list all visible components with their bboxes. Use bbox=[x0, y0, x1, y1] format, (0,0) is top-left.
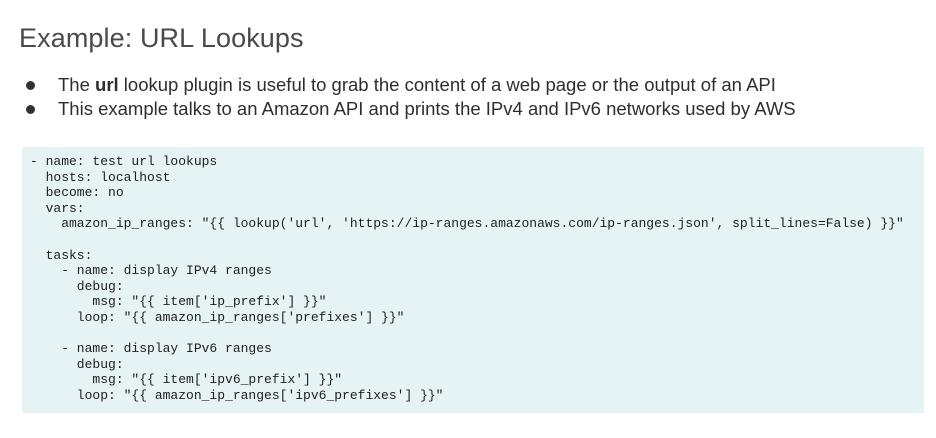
slide-title: Example: URL Lookups bbox=[19, 23, 304, 53]
code-line: loop: "{{ amazon_ip_ranges['ipv6_prefixe… bbox=[30, 387, 444, 403]
bullet-text: This example talks to an Amazon API and … bbox=[58, 98, 796, 120]
bullet-text: The url lookup plugin is useful to grab … bbox=[58, 74, 776, 96]
code-line: loop: "{{ amazon_ip_ranges['prefixes'] }… bbox=[30, 309, 405, 325]
code-line: vars: bbox=[30, 200, 85, 216]
code-line: tasks: bbox=[30, 247, 93, 263]
code-line: become: no bbox=[30, 185, 124, 201]
bullet-item-url-plugin: The url lookup plugin is useful to grab … bbox=[22, 73, 796, 97]
code-line: msg: "{{ item['ipv6_prefix'] }}" bbox=[30, 372, 343, 388]
code-line: - name: test url lookups bbox=[30, 154, 218, 169]
code-line: debug: bbox=[30, 278, 124, 294]
code-line: amazon_ip_ranges: "{{ lookup('url', 'htt… bbox=[30, 216, 904, 232]
code-line: hosts: localhost bbox=[30, 169, 171, 185]
code-line: debug: bbox=[30, 356, 124, 372]
code-line: - name: display IPv6 ranges bbox=[30, 341, 272, 357]
bullet-text-after: lookup plugin is useful to grab the cont… bbox=[118, 74, 776, 95]
bullet-dot-icon bbox=[26, 104, 35, 114]
code-line: msg: "{{ item['ip_prefix'] }}" bbox=[30, 294, 327, 310]
code-content: - name: test url lookups hosts: localhos… bbox=[30, 154, 924, 404]
bullet-text-before: This example talks to an Amazon API and … bbox=[58, 98, 796, 119]
bullet-dot-icon bbox=[26, 80, 35, 90]
bullet-text-before: The bbox=[58, 74, 96, 95]
bullet-text-keyword: url bbox=[95, 74, 119, 95]
bullet-item-amazon-api: This example talks to an Amazon API and … bbox=[22, 97, 796, 121]
code-block: - name: test url lookups hosts: localhos… bbox=[22, 147, 924, 413]
bullet-list: The url lookup plugin is useful to grab … bbox=[22, 73, 796, 121]
code-line: - name: display IPv4 ranges bbox=[30, 263, 272, 279]
